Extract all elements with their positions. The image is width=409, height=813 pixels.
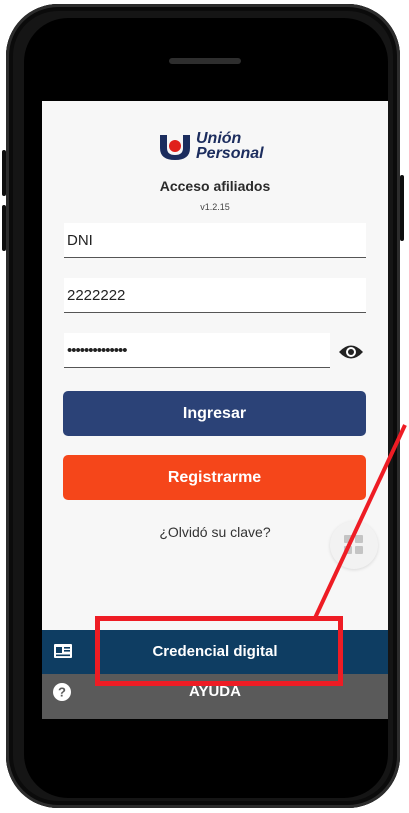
annotation-arrow <box>313 424 407 619</box>
annotation-highlight-box <box>95 616 343 686</box>
